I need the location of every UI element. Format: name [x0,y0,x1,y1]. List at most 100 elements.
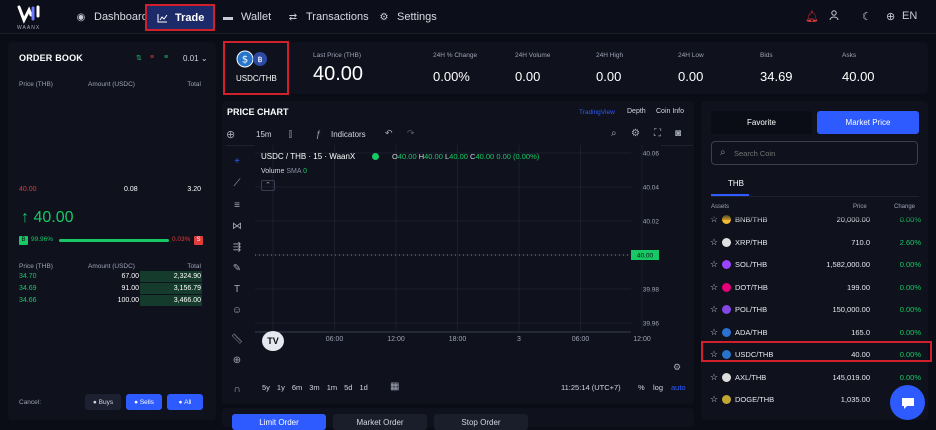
star-icon[interactable]: ☆ [710,282,718,293]
cancel-sells-button[interactable]: ● Sells [126,394,162,410]
cancel-sells-label: Sells [139,398,154,406]
search-icon[interactable]: ⌕ [611,128,617,139]
volume-value: 0 [303,168,307,175]
market-row-pol[interactable]: ☆ POL/THB 150,000.00 0.00% [707,300,925,320]
nav-wallet[interactable]: ▬ Wallet [222,0,271,34]
bid-row-price: 34.66 [19,297,37,304]
indicators-button[interactable]: Indicators [331,130,366,139]
search-coin-field[interactable]: ⌕ [711,141,918,165]
market-row-dot[interactable]: ☆ DOT/THB 199.00 0.00% [707,278,925,298]
nav-transactions[interactable]: ⇄ Transactions [287,0,369,34]
range-5d[interactable]: 5d [344,383,352,392]
search-coin-input[interactable] [734,146,904,160]
trendline-icon[interactable]: ⟋ [229,178,245,192]
range-1y[interactable]: 1y [277,383,285,392]
market-row-axl[interactable]: ☆ AXL/THB 145,019.00 0.00% [707,368,925,388]
cancel-buys-button[interactable]: ● Buys [85,394,121,410]
chat-support-button[interactable] [890,385,925,420]
nav-trade[interactable]: Trade [145,4,216,31]
pair-coin-icons[interactable]: $ ฿ [236,50,270,73]
camera-icon[interactable]: ◙ [675,128,681,139]
market-pair-price: 150,000.00 [832,305,870,314]
star-icon[interactable]: ☆ [710,372,718,383]
ohlc-change: 0.00 (0.00%) [496,152,540,161]
star-icon[interactable]: ☆ [710,259,718,270]
add-plus-icon[interactable]: ⊕ [226,128,235,141]
range-3m[interactable]: 3m [309,383,319,392]
bid-row-total: 2,324.90 [173,273,201,280]
fullscreen-icon[interactable]: ⛶ [654,128,661,139]
calendar-icon[interactable]: ▦ [390,381,399,392]
tab-favorite[interactable]: Favorite [711,111,812,134]
log-scale-toggle[interactable]: log [653,383,663,392]
star-icon[interactable]: ☆ [710,394,718,405]
nav-wallet-label: Wallet [241,11,272,23]
range-1m[interactable]: 1m [327,383,337,392]
ticker-label-change: 24H % Change [433,52,478,59]
magnet-icon[interactable]: ∩ [229,384,245,398]
pair-label[interactable]: USDC/THB [236,74,277,83]
tab-depth[interactable]: Depth [627,108,646,115]
star-icon[interactable]: ☆ [710,304,718,315]
redo-icon[interactable]: ↷ [407,128,415,139]
order-book-title: ORDER BOOK [19,53,84,63]
star-icon[interactable]: ☆ [710,327,718,338]
ticker-label-low: 24H Low [678,52,704,59]
tab-market-price[interactable]: Market Price [817,111,919,134]
chart-settings-gear-icon[interactable]: ⚙ [673,362,681,373]
tab-stop-order[interactable]: Stop Order [434,414,528,430]
brush-icon[interactable]: ✎ [229,263,245,277]
tab-coin-info[interactable]: Coin Info [656,108,684,115]
percent-scale-toggle[interactable]: % [638,383,645,392]
precision-select[interactable]: 0.01 ⌄ [183,54,208,63]
bid-row-amount: 91.00 [121,285,139,292]
moon-icon[interactable]: ☾ [862,10,872,23]
ruler-icon[interactable]: 📏︎ [229,334,245,348]
nav-dashboard[interactable]: ◉ Dashboard [75,0,148,34]
range-1d[interactable]: 1d [359,383,367,392]
user-icon[interactable] [829,10,839,24]
emoji-icon[interactable]: ☺ [229,305,245,319]
tab-limit-order[interactable]: Limit Order [232,414,326,430]
book-view-both-icon[interactable]: ⇅ [136,54,142,62]
bell-icon[interactable]: 🔔︎ [805,10,819,23]
zoom-in-icon[interactable]: ⊕ [229,355,245,369]
indicators-icon[interactable]: ƒ [316,129,321,139]
tradingview-logo[interactable]: TV [262,331,284,351]
nav-settings[interactable]: ⚙ Settings [378,0,437,34]
quote-tab-thb[interactable]: THB [728,179,744,188]
bid-row-total: 3,156.79 [173,285,201,292]
text-tool-icon[interactable]: T [229,284,245,298]
price-tick-label: 40.02 [643,219,660,226]
coin-icon [722,237,731,247]
crosshair-icon[interactable]: + [229,156,245,170]
tab-tradingview[interactable]: TradingView [579,109,615,116]
interval-select[interactable]: 15m [256,130,272,139]
market-pair-name: DOGE/THB [735,395,775,404]
chart-canvas[interactable]: 206:0012:0018:00306:0012:0040.0640.0440.… [255,145,661,357]
projection-icon[interactable]: ⇶ [229,242,245,256]
ob-header-amount: Amount (USDC) [88,81,135,88]
language-label[interactable]: EN [902,10,917,22]
range-5y[interactable]: 5y [262,383,270,392]
market-row-xrp[interactable]: ☆ XRP/THB 710.0 2.60% [707,233,925,253]
star-icon[interactable]: ☆ [710,237,718,248]
chart-clock[interactable]: 11:25:14 (UTC+7) [561,383,621,392]
undo-icon[interactable]: ↶ [385,128,393,139]
market-pair-change: 0.00% [899,327,921,337]
pattern-icon[interactable]: ⋈ [229,221,245,235]
globe-icon[interactable]: ⊕ [886,10,895,23]
market-row-ada[interactable]: ☆ ADA/THB 165.0 0.00% [707,323,925,343]
range-6m[interactable]: 6m [292,383,302,392]
auto-scale-toggle[interactable]: auto [671,383,686,392]
candle-type-icon[interactable]: ⫿ [289,129,292,140]
ob-buy-header-total: Total [187,263,201,270]
collapse-legend-button[interactable]: ⌃ [261,180,275,191]
book-view-buy-icon[interactable]: ≡ [164,54,168,61]
market-row-sol[interactable]: ☆ SOL/THB 1,582,000.00 0.00% [707,255,925,275]
book-view-sell-icon[interactable]: ≡ [150,54,154,61]
cancel-all-button[interactable]: ● All [167,394,203,410]
tab-market-order[interactable]: Market Order [333,414,427,430]
fib-lines-icon[interactable]: ≡ [229,200,245,214]
settings-icon[interactable]: ⚙ [631,128,640,139]
